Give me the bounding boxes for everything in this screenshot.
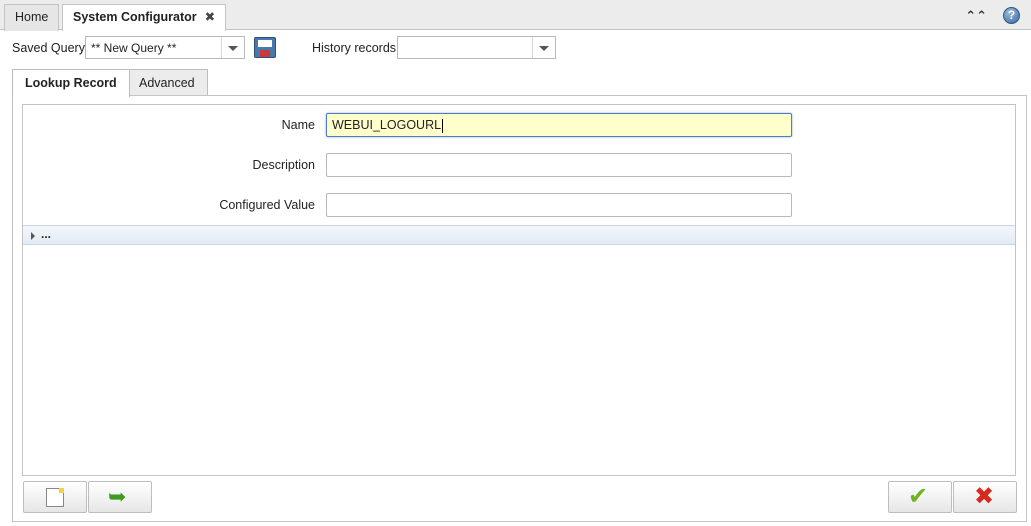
history-records-select[interactable] [397,36,556,59]
tab-advanced-label: Advanced [139,76,195,90]
saved-query-label: Saved Query [12,41,85,55]
history-records-label: History records [312,41,397,55]
configured-value-field[interactable] [326,193,792,217]
tab-home[interactable]: Home [4,4,60,31]
saved-query-value: ** New Query ** [91,41,177,55]
help-icon[interactable]: ? [1003,7,1020,24]
chevron-down-icon[interactable] [221,37,244,58]
tab-lookup-record[interactable]: Lookup Record [12,69,130,97]
checkmark-icon: ✔ [908,483,929,510]
chevron-down-icon[interactable] [532,37,555,58]
expand-arrow-icon [31,232,35,240]
close-tab-icon[interactable]: ✖ [205,10,215,24]
new-record-button[interactable] [23,481,87,513]
more-fields-toggle[interactable]: ... [23,225,1015,245]
text-caret [442,118,444,133]
name-field[interactable]: WEBUI_LOGOURL [326,113,792,137]
reset-button[interactable]: ➥ [88,481,152,513]
tab-lookup-record-label: Lookup Record [25,76,117,90]
name-field-value: WEBUI_LOGOURL [332,118,442,132]
save-query-icon[interactable] [254,37,276,58]
saved-query-select[interactable]: ** New Query ** [85,36,245,59]
tab-home-label: Home [15,10,49,24]
refresh-icon: ➥ [108,484,127,509]
more-fields-label: ... [41,227,52,241]
collapse-icon[interactable]: ⌃⌃ [965,8,987,24]
tab-advanced[interactable]: Advanced [126,69,208,95]
description-label: Description [252,158,315,172]
tab-system-configurator[interactable]: System Configurator ✖ [62,4,227,31]
ok-button[interactable]: ✔ [888,481,952,513]
configured-value-label: Configured Value [219,198,315,212]
description-field[interactable] [326,153,792,177]
tab-system-configurator-label: System Configurator [73,10,197,24]
cancel-button[interactable]: ✖ [953,481,1017,513]
new-record-icon [46,488,64,507]
name-label: Name [281,118,315,132]
cancel-icon: ✖ [974,483,995,510]
window-tab-bar: Home System Configurator ✖ ⌃⌃ ? [0,0,1031,31]
